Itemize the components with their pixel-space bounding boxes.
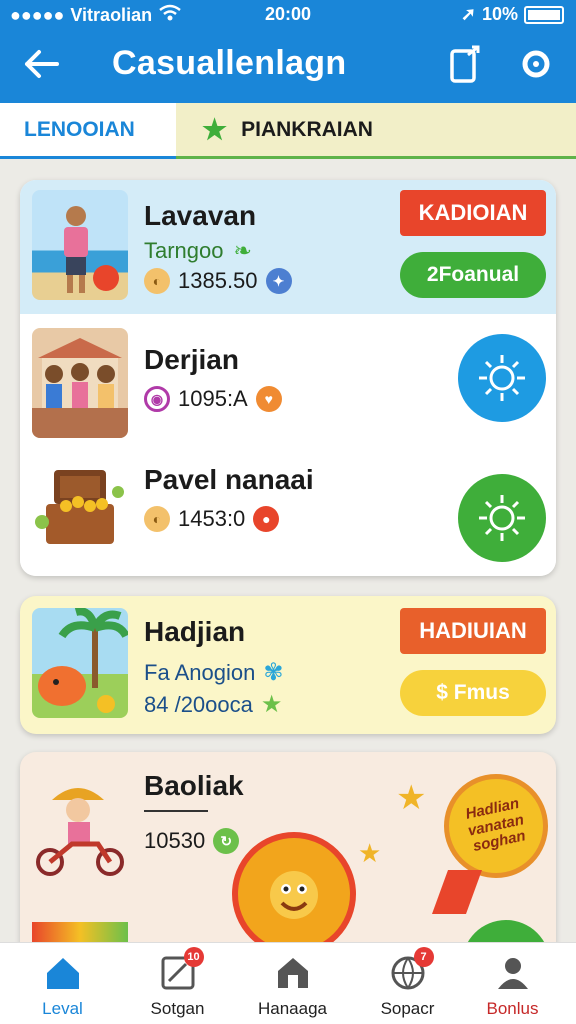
- list-item[interactable]: Baoliak 10530 ↻ ★ ★ Hadlian vanatan sogh…: [20, 752, 556, 962]
- coin-icon: ◐: [144, 506, 170, 532]
- game-value: 84 /20ooca: [144, 691, 253, 717]
- refresh-icon: ↻: [213, 828, 240, 854]
- game-name: Pavel nanaai: [144, 464, 314, 495]
- sun-icon: [479, 355, 525, 401]
- ribbon-tail-icon: [431, 870, 483, 914]
- app-header: ●●●●● Vitraolian 20:00 ➚ 10% Casuallenla…: [0, 0, 576, 103]
- game-value: 10530: [144, 828, 206, 853]
- edit-icon: 10: [158, 947, 204, 993]
- gem-icon: ●: [253, 506, 280, 532]
- sun-icon: [479, 495, 525, 541]
- gem-icon: ✦: [265, 268, 292, 294]
- game-name: Lavavan: [144, 200, 257, 231]
- notification-badge: 10: [183, 947, 204, 967]
- butterfly-icon: ✾: [263, 659, 284, 686]
- game-subtitle: Fa Anogion: [144, 659, 256, 685]
- island-thumbnail: [32, 608, 128, 718]
- shield-icon: ♥: [255, 386, 282, 412]
- nav-sopacr[interactable]: 7 Sopacr: [350, 943, 465, 1024]
- nav-leval[interactable]: Leval: [5, 943, 120, 1024]
- profile-icon: [493, 953, 533, 993]
- game-value: 1385.50: [178, 268, 258, 293]
- rank-badge: KADIOIAN: [400, 190, 546, 236]
- tab-label: PIANKRAIAN: [241, 117, 373, 141]
- bottom-nav: Leval 10 Sotgan Hanaaga 7 Sopacr Bonlus: [0, 942, 576, 1024]
- nav-label: Hanaaga: [257, 999, 327, 1018]
- nav-label: Sotgan: [150, 999, 205, 1018]
- nav-bonlus[interactable]: Bonlus: [455, 943, 570, 1024]
- rank-badge: HADIUIAN: [400, 608, 546, 654]
- game-value: 1095:A: [178, 386, 248, 411]
- game-value: 1453:0: [178, 506, 246, 531]
- nav-label: Sopacr: [380, 999, 435, 1018]
- trophy-coin-icon: [232, 832, 356, 956]
- battery-percent: 10%: [481, 4, 518, 24]
- medal-text: Hadlian vanatan soghan: [464, 795, 528, 856]
- star-icon: ★: [202, 114, 228, 145]
- settings-icon[interactable]: [516, 44, 556, 84]
- battery-icon: [524, 5, 564, 24]
- divider-line: [144, 810, 208, 812]
- sun-button[interactable]: [458, 334, 546, 422]
- game-name: Baoliak: [144, 770, 244, 801]
- list-item[interactable]: Derjian ◉ 1095:A ♥: [20, 314, 556, 444]
- home-icon: [43, 953, 83, 993]
- rider-thumbnail: [32, 770, 128, 880]
- game-card-group: Lavavan Tarngoo ❧ ◐ 1385.50 ✦ KADIOIAN 2…: [20, 180, 556, 576]
- treasure-thumbnail: [32, 452, 128, 562]
- bonus-button[interactable]: $ Fmus: [400, 670, 546, 716]
- list-item[interactable]: Lavavan Tarngoo ❧ ◐ 1385.50 ✦ KADIOIAN 2…: [20, 180, 556, 314]
- nav-label: Leval: [42, 999, 83, 1018]
- globe-icon: 7: [388, 947, 434, 993]
- coin-icon: ◐: [144, 268, 170, 294]
- player-thumbnail: [32, 190, 128, 300]
- nav-hanaaga[interactable]: Hanaaga: [235, 943, 350, 1024]
- bag-icon: [273, 953, 313, 993]
- nav-label: Bonlus: [486, 999, 539, 1018]
- tab-lenooian[interactable]: LENOOIAN: [0, 103, 176, 159]
- list-item[interactable]: Hadjian Fa Anogion ✾ 84 /20ooca ★ HADIUI…: [20, 596, 556, 734]
- ring-icon: ◉: [144, 386, 170, 412]
- back-arrow-icon[interactable]: [22, 44, 62, 84]
- forward-button[interactable]: 2Foanual: [400, 252, 546, 298]
- tab-bar: LENOOIAN ★ PIANKRAIAN: [0, 103, 576, 159]
- sun-button[interactable]: [458, 474, 546, 562]
- game-name: Derjian: [144, 344, 239, 375]
- location-icon: ➚: [460, 4, 476, 24]
- star-icon: ★: [358, 838, 382, 868]
- game-name: Hadjian: [144, 616, 246, 647]
- star-icon: ★: [396, 779, 427, 817]
- game-subtitle: Tarngoo: [144, 238, 224, 263]
- tab-piankraian[interactable]: ★ PIANKRAIAN: [176, 103, 576, 159]
- nav-sotgan[interactable]: 10 Sotgan: [120, 943, 235, 1024]
- page-title: Casuallenlagn: [112, 44, 347, 82]
- share-icon[interactable]: [446, 44, 486, 84]
- notification-badge: 7: [413, 947, 434, 967]
- star-icon: ★: [260, 691, 283, 718]
- leaf-icon: ❧: [233, 238, 252, 263]
- status-bar: ●●●●● Vitraolian 20:00 ➚ 10%: [0, 0, 576, 30]
- friends-thumbnail: [32, 328, 128, 438]
